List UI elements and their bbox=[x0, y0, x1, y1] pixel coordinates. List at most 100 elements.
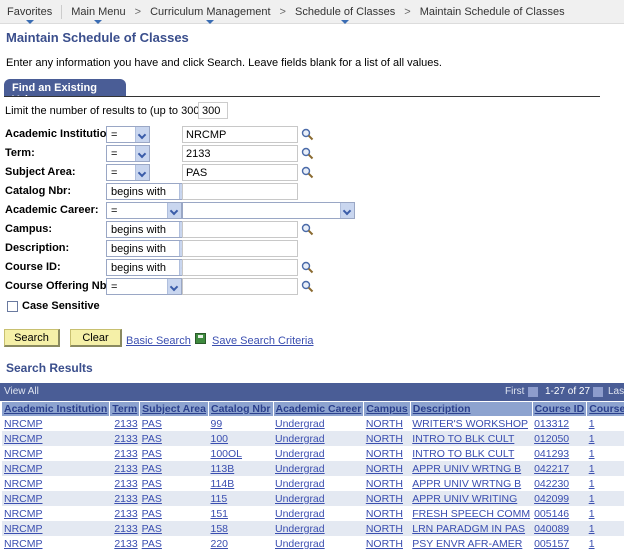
cell-link-institution[interactable]: NRCMP bbox=[4, 448, 43, 460]
cell-link-offering[interactable]: 1 bbox=[589, 538, 595, 550]
cell-link-term[interactable]: 2133 bbox=[114, 463, 137, 475]
save-search-criteria-link[interactable]: Save Search Criteria bbox=[212, 335, 314, 347]
term-operator-select[interactable]: = bbox=[106, 145, 150, 162]
cell-link-subject[interactable]: PAS bbox=[142, 508, 162, 520]
cell-link-subject[interactable]: PAS bbox=[142, 463, 162, 475]
cell-link-offering[interactable]: 1 bbox=[589, 433, 595, 445]
course-id-lookup-icon[interactable] bbox=[301, 261, 314, 274]
clear-button[interactable]: Clear bbox=[70, 329, 122, 347]
cell-link-subject[interactable]: PAS bbox=[142, 538, 162, 550]
cell-link-subject[interactable]: PAS bbox=[142, 523, 162, 535]
column-header[interactable]: Academic Institution bbox=[2, 402, 111, 416]
catalog-nbr-input[interactable] bbox=[182, 183, 298, 200]
cell-link-offering[interactable]: 1 bbox=[589, 448, 595, 460]
previous-icon[interactable] bbox=[528, 387, 538, 397]
column-header[interactable]: Subject Area bbox=[139, 402, 209, 416]
cell-link-campus[interactable]: NORTH bbox=[366, 418, 403, 430]
cell-link-course-id[interactable]: 005146 bbox=[534, 508, 569, 520]
column-header[interactable]: Academic Career bbox=[273, 402, 365, 416]
course-offering-nbr-operator-select[interactable]: = bbox=[106, 278, 182, 295]
cell-link-description[interactable]: INTRO TO BLK CULT bbox=[412, 448, 514, 460]
cell-link-term[interactable]: 2133 bbox=[114, 433, 137, 445]
cell-link-career[interactable]: Undergrad bbox=[275, 418, 325, 430]
cell-link-campus[interactable]: NORTH bbox=[366, 538, 403, 550]
cell-link-term[interactable]: 2133 bbox=[114, 523, 137, 535]
nav-schedule-of-classes[interactable]: Schedule of Classes bbox=[292, 6, 398, 24]
cell-link-subject[interactable]: PAS bbox=[142, 418, 162, 430]
search-button[interactable]: Search bbox=[4, 329, 60, 347]
campus-operator-select[interactable]: begins with bbox=[106, 221, 194, 238]
nav-curriculum-management[interactable]: Curriculum Management bbox=[147, 6, 273, 24]
first-link[interactable]: First bbox=[505, 386, 524, 397]
cell-link-description[interactable]: LRN PARADGM IN PAS bbox=[412, 523, 525, 535]
subject-area-input[interactable]: PAS bbox=[182, 164, 298, 181]
cell-link-institution[interactable]: NRCMP bbox=[4, 478, 43, 490]
cell-link-term[interactable]: 2133 bbox=[114, 448, 137, 460]
cell-link-institution[interactable]: NRCMP bbox=[4, 493, 43, 505]
cell-link-description[interactable]: PSY ENVR AFR-AMER bbox=[412, 538, 522, 550]
description-input[interactable] bbox=[182, 240, 298, 257]
column-header[interactable]: Course ID bbox=[532, 402, 588, 416]
cell-link-catalog[interactable]: 220 bbox=[210, 538, 228, 550]
cell-link-catalog[interactable]: 115 bbox=[210, 493, 227, 505]
cell-link-career[interactable]: Undergrad bbox=[275, 538, 325, 550]
cell-link-campus[interactable]: NORTH bbox=[366, 433, 403, 445]
cell-link-institution[interactable]: NRCMP bbox=[4, 463, 43, 475]
cell-link-course-id[interactable]: 040089 bbox=[534, 523, 569, 535]
cell-link-term[interactable]: 2133 bbox=[114, 418, 137, 430]
cell-link-institution[interactable]: NRCMP bbox=[4, 433, 43, 445]
cell-link-term[interactable]: 2133 bbox=[114, 508, 137, 520]
column-header[interactable]: Catalog Nbr bbox=[208, 402, 274, 416]
cell-link-offering[interactable]: 1 bbox=[589, 523, 595, 535]
cell-link-course-id[interactable]: 005157 bbox=[534, 538, 569, 550]
cell-link-institution[interactable]: NRCMP bbox=[4, 508, 43, 520]
cell-link-institution[interactable]: NRCMP bbox=[4, 418, 43, 430]
cell-link-career[interactable]: Undergrad bbox=[275, 508, 325, 520]
view-all-link[interactable]: View All bbox=[4, 386, 39, 397]
cell-link-career[interactable]: Undergrad bbox=[275, 493, 325, 505]
term-lookup-icon[interactable] bbox=[301, 147, 314, 160]
cell-link-career[interactable]: Undergrad bbox=[275, 478, 325, 490]
cell-link-career[interactable]: Undergrad bbox=[275, 463, 325, 475]
cell-link-offering[interactable]: 1 bbox=[589, 418, 595, 430]
cell-link-campus[interactable]: NORTH bbox=[366, 523, 403, 535]
cell-link-catalog[interactable]: 99 bbox=[210, 418, 222, 430]
cell-link-career[interactable]: Undergrad bbox=[275, 523, 325, 535]
course-id-input[interactable] bbox=[182, 259, 298, 276]
subject-area-operator-select[interactable]: = bbox=[106, 164, 150, 181]
cell-link-offering[interactable]: 1 bbox=[589, 478, 595, 490]
cell-link-subject[interactable]: PAS bbox=[142, 493, 162, 505]
cell-link-catalog[interactable]: 100 bbox=[210, 433, 228, 445]
nav-favorites[interactable]: Favorites bbox=[4, 6, 55, 24]
tab-find-existing-value[interactable]: Find an Existing Value bbox=[4, 79, 126, 106]
course-id-operator-select[interactable]: begins with bbox=[106, 259, 194, 276]
cell-link-description[interactable]: APPR UNIV WRTNG B bbox=[412, 463, 521, 475]
cell-link-institution[interactable]: NRCMP bbox=[4, 538, 43, 550]
course-offering-nbr-input[interactable] bbox=[182, 278, 298, 295]
case-sensitive-checkbox[interactable] bbox=[7, 301, 18, 312]
column-header[interactable]: Term bbox=[109, 402, 141, 416]
column-header[interactable]: Course Offering Nbr bbox=[586, 402, 624, 416]
cell-link-description[interactable]: FRESH SPEECH COMM bbox=[412, 508, 530, 520]
cell-link-term[interactable]: 2133 bbox=[114, 538, 137, 550]
cell-link-course-id[interactable]: 013312 bbox=[534, 418, 569, 430]
academic-career-value-select[interactable] bbox=[182, 202, 355, 219]
last-link[interactable]: Last bbox=[608, 386, 624, 397]
cell-link-description[interactable]: WRITER'S WORKSHOP bbox=[412, 418, 528, 430]
column-header[interactable]: Campus bbox=[363, 402, 411, 416]
subject-area-lookup-icon[interactable] bbox=[301, 166, 314, 179]
cell-link-course-id[interactable]: 042217 bbox=[534, 463, 569, 475]
cell-link-institution[interactable]: NRCMP bbox=[4, 523, 43, 535]
nav-current-page[interactable]: Maintain Schedule of Classes bbox=[417, 6, 568, 18]
description-operator-select[interactable]: begins with bbox=[106, 240, 194, 257]
cell-link-offering[interactable]: 1 bbox=[589, 508, 595, 520]
cell-link-catalog[interactable]: 100OL bbox=[210, 448, 242, 460]
column-header[interactable]: Description bbox=[410, 402, 533, 416]
cell-link-catalog[interactable]: 158 bbox=[210, 523, 228, 535]
academic-institution-lookup-icon[interactable] bbox=[301, 128, 314, 141]
campus-input[interactable] bbox=[182, 221, 298, 238]
academic-institution-input[interactable]: NRCMP bbox=[182, 126, 298, 143]
cell-link-campus[interactable]: NORTH bbox=[366, 478, 403, 490]
cell-link-catalog[interactable]: 151 bbox=[210, 508, 228, 520]
nav-main-menu[interactable]: Main Menu bbox=[68, 6, 128, 24]
